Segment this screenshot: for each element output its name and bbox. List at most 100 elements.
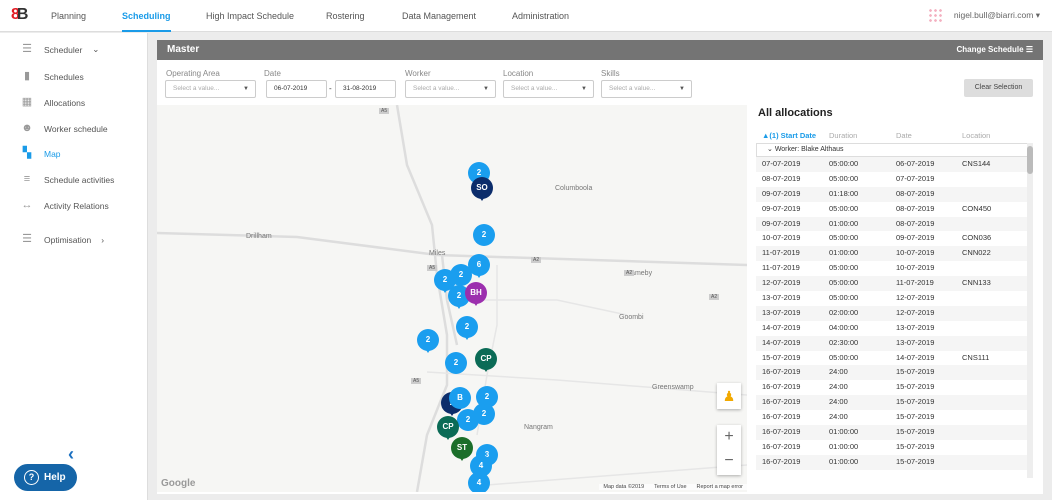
table-cell: 01:00:00 [829,248,859,258]
table-row[interactable]: 16-07-2019 24:00 15-07-2019 [756,365,1031,381]
road-shield: A5 [427,265,438,271]
allocations-table: 07-07-2019 05:00:00 06-07-2019 CNS144 08-07-… [756,157,1031,470]
table-row[interactable]: 16-07-2019 01:00:00 15-07-2019 [756,440,1031,455]
road-shield: A2 [531,257,542,263]
operating-area-select[interactable]: Select a value... ▼ [165,80,256,98]
map-cluster-marker[interactable]: 2 [473,224,495,246]
table-row[interactable]: 11-07-2019 05:00:00 10-07-2019 [756,261,1031,276]
nav-administration[interactable]: Administration [512,0,569,32]
table-cell: 16-07-2019 [762,382,801,392]
table-row[interactable]: 16-07-2019 24:00 15-07-2019 [756,380,1031,395]
marker-label: 2 [481,409,487,418]
skills-select[interactable]: Select a value... ▼ [601,80,692,98]
table-row[interactable]: 13-07-2019 05:00:00 12-07-2019 [756,291,1031,306]
map-cluster-marker[interactable]: 4 [468,472,490,492]
checklist-icon: ☰ [22,43,32,55]
table-cell: 16-07-2019 [762,441,801,451]
help-label: Help [44,472,66,483]
nav-high-impact-schedule[interactable]: High Impact Schedule [206,0,294,32]
map-worker-marker[interactable]: CP [475,348,497,372]
nav-data-management[interactable]: Data Management [402,0,476,32]
map-worker-marker[interactable]: ST [451,437,473,461]
table-row[interactable]: 09-07-2019 01:00:00 08-07-2019 [756,216,1031,232]
table-row[interactable]: 16-07-2019 24:00 15-07-2019 [756,410,1031,425]
sidebar-item-activity-relations[interactable]: ↔ Activity Relations [20,200,109,211]
sidebar-optimisation[interactable]: ☰ Optimisation › [20,234,104,245]
map-cluster-marker[interactable]: 2 [445,352,467,374]
caret-down-icon: ▼ [581,86,587,92]
map-cluster-marker[interactable]: 2 [473,403,495,425]
marker-label: B [457,393,463,402]
zoom-out-button[interactable]: − [717,449,741,473]
table-row[interactable]: 16-07-2019 24:00 15-07-2019 [756,395,1031,411]
map-worker-marker[interactable]: SO [471,177,493,201]
table-row[interactable]: 09-07-2019 01:18:00 08-07-2019 [756,186,1031,202]
sidebar-item-schedule-activities[interactable]: ≡ Schedule activities [20,174,115,185]
map-cluster-marker[interactable]: 2 [456,316,478,340]
grid-icon: ▦ [21,96,33,108]
caret-down-icon: ▼ [679,86,685,92]
map[interactable]: Columboola Drillham Miles Cameby Goombi … [157,105,747,492]
table-row[interactable]: 10-07-2019 05:00:00 09-07-2019 CON036 [756,231,1031,246]
checklist-icon: ☰ [22,233,32,245]
table-row[interactable]: 11-07-2019 01:00:00 10-07-2019 CNN022 [756,246,1031,262]
location-select[interactable]: Select a value... ▼ [503,80,594,98]
table-cell: 05:00:00 [829,159,859,168]
table-cell: 05:00:00 [829,352,859,362]
worker-label: Worker [405,69,431,78]
group-row-worker[interactable]: ⌄ Worker: Blake Althaus [756,143,1031,157]
collapse-sidebar-chevron-icon[interactable]: ‹ [68,444,74,465]
date-to-input[interactable]: 31-08-2019 [335,80,396,98]
table-row[interactable]: 12-07-2019 05:00:00 11-07-2019 CNN133 [756,276,1031,292]
scrollbar-thumb[interactable] [1027,146,1033,174]
table-row[interactable]: 09-07-2019 05:00:00 08-07-2019 CON450 [756,202,1031,217]
table-row[interactable]: 16-07-2019 01:00:00 15-07-2019 [756,425,1031,440]
sidebar-scheduler[interactable]: ☰ Scheduler ⌄ [20,44,99,55]
column-header-start-date[interactable]: ▲(1) Start Date [762,131,816,140]
marker-label: ST [456,443,468,452]
street-view-pegman-icon[interactable]: ♟ [717,383,741,409]
sidebar-item-worker-schedule[interactable]: ☻ Worker schedule [20,123,107,134]
table-row[interactable]: 16-07-2019 01:00:00 15-07-2019 [756,454,1031,470]
nav-rostering[interactable]: Rostering [326,0,365,32]
scrollbar[interactable] [1027,143,1033,478]
road-shield: A5 [379,108,390,114]
zoom-in-button[interactable]: + [717,425,741,449]
nav-planning[interactable]: Planning [51,0,86,32]
map-cluster-marker[interactable]: 2 [417,329,439,353]
table-cell: 04:00:00 [829,322,859,332]
marker-label: 2 [481,230,487,239]
table-row[interactable]: 08-07-2019 05:00:00 07-07-2019 [756,172,1031,187]
sidebar-item-allocations[interactable]: ▦ Allocations [20,97,85,108]
map-cluster-marker[interactable]: 2 [450,264,472,286]
help-button[interactable]: ? Help [14,464,77,491]
table-cell: 11-07-2019 [896,278,934,288]
map-cluster-marker[interactable]: B [449,387,471,409]
table-row[interactable]: 07-07-2019 05:00:00 06-07-2019 CNS144 [756,157,1031,172]
worker-select[interactable]: Select a value... ▼ [405,80,496,98]
clear-selection-button[interactable]: Clear Selection [964,79,1033,97]
group-label: Worker: Blake Althaus [774,146,844,153]
sidebar-item-schedules[interactable]: ▮ Schedules [20,71,84,82]
column-header-location[interactable]: Location [962,131,990,140]
table-row[interactable]: 14-07-2019 02:30:00 13-07-2019 [756,335,1031,351]
panel-title: Master [167,44,200,55]
change-schedule-button[interactable]: Change Schedule ☰ [956,40,1033,60]
sidebar-item-map[interactable]: ▚ Map [20,148,61,159]
date-from-input[interactable]: 06-07-2019 [266,80,327,98]
terms-link[interactable]: Terms of Use [654,484,686,490]
table-row[interactable]: 13-07-2019 02:00:00 12-07-2019 [756,305,1031,321]
logo[interactable]: 8B [11,6,28,24]
table-row[interactable]: 14-07-2019 04:00:00 13-07-2019 [756,321,1031,336]
apps-icon[interactable] [928,8,942,22]
map-data-text: Map data ©2019 [603,484,645,490]
user-menu[interactable]: nigel.bull@biarri.com ▾ [954,10,1040,21]
report-error-link[interactable]: Report a map error [697,484,743,490]
map-worker-marker[interactable]: BH [465,282,487,306]
column-header-duration[interactable]: Duration [829,131,857,140]
nav-scheduling[interactable]: Scheduling [122,0,171,32]
table-row[interactable]: 15-07-2019 05:00:00 14-07-2019 CNS111 [756,351,1031,366]
map-worker-marker[interactable]: CP [437,416,459,440]
column-header-date[interactable]: Date [896,131,912,140]
table-cell: CNS111 [962,352,990,362]
